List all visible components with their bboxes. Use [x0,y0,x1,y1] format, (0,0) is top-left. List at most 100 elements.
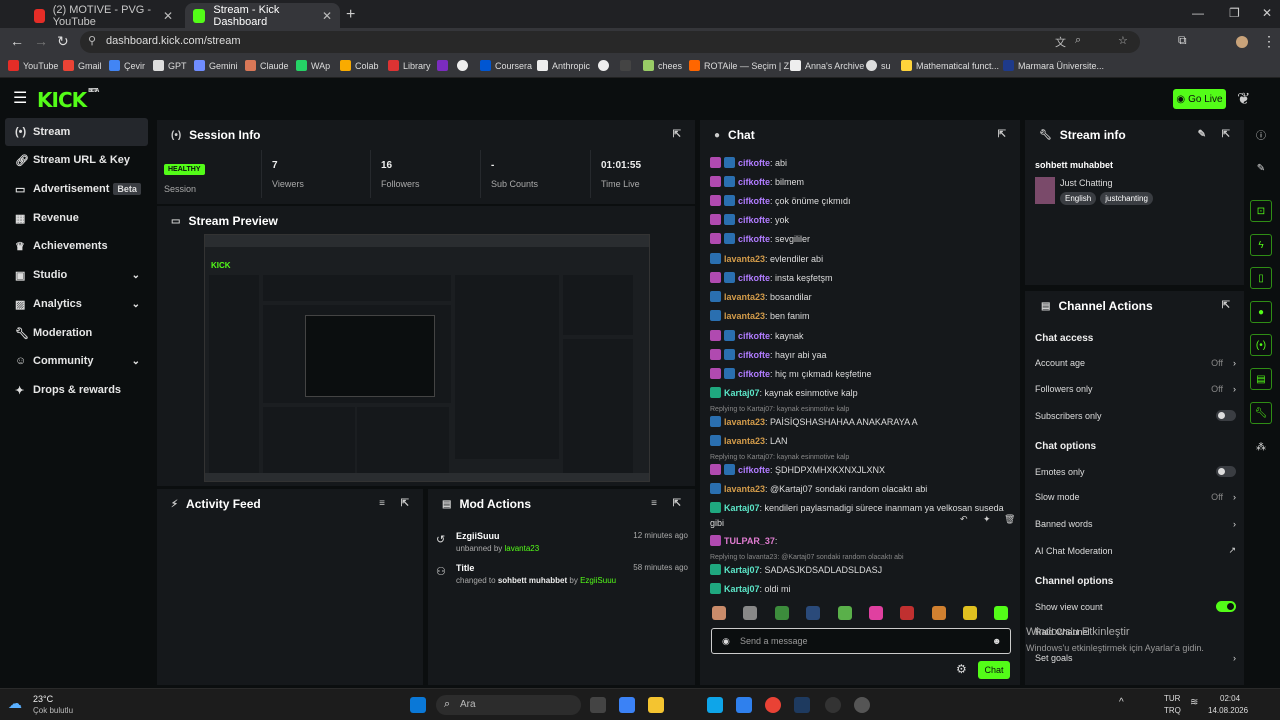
bookmark[interactable] [457,60,472,71]
emote[interactable] [838,606,852,620]
sidebar-item-stream[interactable]: (•) Stream [5,118,148,146]
popout-icon[interactable]: ⇱ [998,129,1006,140]
bookmark[interactable]: Coursera [480,60,532,71]
chat-username[interactable]: lavanta23 [724,436,765,446]
chat-username[interactable]: Kartaj07 [724,503,760,513]
emote-picker-icon[interactable]: ◉ [722,636,730,647]
emoji-icon[interactable]: ☻ [992,636,1001,646]
set-goals-row[interactable]: Set goals › [1035,653,1236,663]
chat-message[interactable]: Kartaj07: kaynak esinmotive kalp [710,387,1010,398]
hamburger-icon[interactable]: ☰ [13,88,27,108]
chat-username[interactable]: lavanta23 [724,417,765,427]
chat-message[interactable]: lavanta23: @Kartaj07 sondaki random olac… [710,483,1010,494]
sidebar-item-drops[interactable]: ✦ Drops & rewards [5,376,148,404]
chat-message[interactable]: cifkofte: ŞDHDPXMHXKXNXJLXNX [710,464,1010,475]
zoom-icon[interactable]: ⌕ [1075,34,1081,47]
bookmark-star-icon[interactable]: ☆ [1118,34,1128,47]
chat-username[interactable]: lavanta23 [724,254,765,264]
bookmark[interactable]: Marmara Üniversite... [1003,60,1104,71]
start-icon[interactable] [410,697,426,713]
bookmark[interactable] [598,60,613,71]
filter-icon[interactable]: ≡ [379,498,385,509]
chat-icon[interactable]: ● [1250,301,1272,323]
bookmark[interactable]: Mathematical funct... [901,60,999,71]
emote[interactable] [932,606,946,620]
bookmark[interactable]: Çevir [109,60,145,71]
chat-message[interactable]: Kartaj07: oldi mi [710,583,1010,594]
pin-icon[interactable]: ✦ [983,514,991,525]
chat-username[interactable]: cifkofte [738,350,770,360]
chat-message[interactable]: cifkofte: sevgililer [710,233,1010,244]
chat-username[interactable]: Kartaj07 [724,584,760,594]
chat-username[interactable]: lavanta23 [724,484,765,494]
emote[interactable] [743,606,757,620]
chat-message[interactable]: lavanta23: ben fanim [710,310,1010,321]
bookmark[interactable]: Gemini [194,60,238,71]
chat-username[interactable]: cifkofte [738,177,770,187]
chat-username[interactable]: TULPAR_37 [724,536,775,546]
wifi-icon[interactable]: ≋ [1190,697,1198,708]
chat-message[interactable]: cifkofte: bilmem [710,176,1010,187]
emote[interactable] [806,606,820,620]
sidebar-item-advertisement[interactable]: ▭ Advertisement Beta [5,175,148,203]
copilot-icon[interactable] [619,697,635,713]
emote[interactable] [712,606,726,620]
chat-username[interactable]: lavanta23 [724,292,765,302]
followers-only-row[interactable]: Followers only Off › [1035,384,1236,394]
broadcast-icon[interactable]: (•) [1250,334,1272,356]
tag[interactable]: justchanting [1100,192,1153,205]
send-chat-button[interactable]: Chat [978,661,1010,679]
chrome-icon[interactable] [765,697,781,713]
chat-input[interactable]: ◉ Send a message ☻ [711,628,1011,654]
bookmark[interactable]: WAp [296,60,330,71]
chat-message[interactable]: cifkofte: yok [710,214,1010,225]
close-window-icon[interactable]: ✕ [1262,6,1272,20]
bookmark[interactable]: su [866,60,891,71]
chat-message[interactable]: cifkofte: çok önüme çıkmıdı [710,195,1010,206]
back-icon[interactable]: ← [10,33,24,49]
chat-message[interactable]: lavanta23: evlendiler abi [710,253,1010,264]
banned-words-row[interactable]: Banned words › [1035,519,1236,529]
profile-icon[interactable] [1236,36,1248,48]
chat-username[interactable]: cifkofte [738,234,770,244]
community-icon[interactable]: ⁂ [1250,436,1272,458]
chat-message[interactable]: cifkofte: kaynak [710,330,1010,341]
subscribers-only-toggle[interactable] [1216,410,1236,421]
chat-message[interactable]: cifkofte: hiç mı çıkmadı keşfetine [710,368,1010,379]
chat-message[interactable]: lavanta23: LAN [710,435,1010,446]
chat-message[interactable]: lavanta23: bosandilar [710,291,1010,302]
chat-message[interactable]: Kartaj07: kendileri paylasmadigi sürece … [710,502,1010,513]
reply-icon[interactable]: ↶ [960,514,968,525]
popout-icon[interactable]: ⇱ [673,129,681,140]
address-bar[interactable]: ⚲ dashboard.kick.com/stream 文 ⌕ ☆ [80,31,1140,53]
chat-username[interactable]: cifkofte [738,465,770,475]
bookmark[interactable]: Claude [245,60,289,71]
popout-icon[interactable]: ⇱ [401,498,409,509]
emote[interactable] [869,606,883,620]
edge-icon[interactable] [707,697,723,713]
chat-username[interactable]: Kartaj07 [724,565,760,575]
taskbar-search[interactable]: ⌕ Ara [436,695,581,715]
chat-username[interactable]: cifkofte [738,215,770,225]
bookmark[interactable]: ROTAile — Seçim | Z... [689,60,797,71]
sidebar-item-revenue[interactable]: ▦ Revenue [5,204,148,232]
delete-icon[interactable]: 🗑︎ [1004,514,1015,525]
sidebar-item-achievements[interactable]: ♛ Achievements [5,232,148,260]
translate-icon[interactable]: 文 [1055,34,1066,50]
chat-username[interactable]: cifkofte [738,158,770,168]
settings-icon[interactable] [854,697,870,713]
sidebar-item-community[interactable]: ☺ Community ⌄ [5,347,148,375]
slow-mode-row[interactable]: Slow mode Off › [1035,492,1236,502]
account-age-row[interactable]: Account age Off › [1035,358,1236,368]
chat-username[interactable]: cifkofte [738,273,770,283]
focus-icon[interactable]: ⊡ [1250,200,1272,222]
list-icon[interactable]: ▤ [1250,368,1272,390]
steam-icon[interactable] [794,697,810,713]
site-info-icon[interactable]: ⚲ [88,34,96,47]
go-live-button[interactable]: ◉ Go Live [1173,89,1226,109]
bookmark[interactable]: chees [643,60,682,71]
chat-message[interactable]: cifkofte: insta keşfetşm [710,272,1010,283]
chat-message[interactable]: cifkofte: hayır abi yaa [710,349,1010,360]
chat-username[interactable]: lavanta23 [724,311,765,321]
emote[interactable] [963,606,977,620]
